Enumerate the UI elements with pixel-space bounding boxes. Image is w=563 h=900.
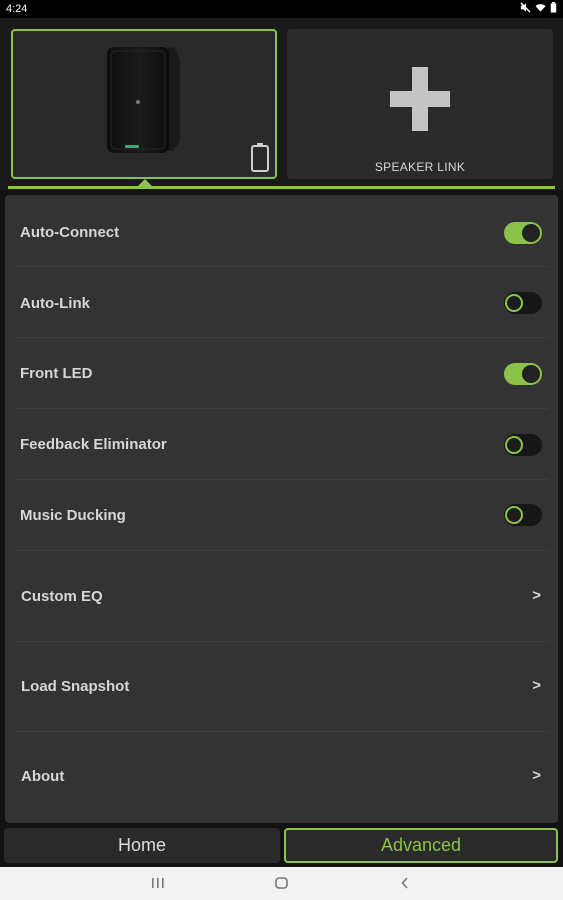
front-led-toggle[interactable]	[504, 363, 542, 385]
battery-outline-icon	[251, 143, 269, 172]
setting-label: Auto-Connect	[20, 224, 120, 241]
chevron-right-icon: >	[532, 587, 541, 604]
auto-link-toggle[interactable]	[504, 292, 542, 314]
menu-row-custom-eq[interactable]: Custom EQ >	[5, 551, 558, 641]
speaker-link-label: SPEAKER LINK	[374, 160, 466, 174]
tab-advanced[interactable]: Advanced	[284, 828, 558, 863]
toggle-knob	[505, 436, 523, 454]
battery-icon	[550, 2, 557, 13]
setting-row-music-ducking: Music Ducking	[5, 480, 558, 550]
toggle-knob	[522, 224, 540, 242]
menu-label: Load Snapshot	[21, 678, 130, 695]
speaker-image	[107, 47, 180, 153]
add-speaker-link-tile[interactable]: SPEAKER LINK	[287, 29, 553, 179]
feedback-eliminator-toggle[interactable]	[504, 434, 542, 456]
chevron-right-icon: >	[532, 677, 541, 694]
menu-row-about[interactable]: About >	[5, 732, 558, 822]
menu-label: Custom EQ	[21, 588, 103, 605]
selected-device-pointer	[138, 179, 152, 186]
mute-icon	[520, 2, 531, 13]
system-nav-bar	[0, 867, 563, 900]
toggle-knob	[505, 506, 523, 524]
device-selection-underline	[8, 186, 555, 189]
setting-label: Feedback Eliminator	[20, 436, 167, 453]
setting-row-auto-connect: Auto-Connect	[5, 195, 558, 267]
bottom-tab-bar: Home Advanced	[0, 825, 563, 867]
music-ducking-toggle[interactable]	[504, 504, 542, 526]
toggle-knob	[505, 294, 523, 312]
toggle-knob	[522, 365, 540, 383]
setting-label: Front LED	[20, 365, 93, 382]
speaker-device-tile[interactable]	[11, 29, 277, 179]
status-time: 4:24	[6, 3, 28, 15]
home-circle-icon[interactable]	[275, 877, 288, 889]
status-bar: 4:24	[0, 0, 563, 18]
tab-home[interactable]: Home	[4, 828, 280, 863]
setting-row-front-led: Front LED	[5, 338, 558, 408]
chevron-right-icon: >	[532, 767, 541, 784]
setting-label: Auto-Link	[20, 295, 90, 312]
menu-label: About	[21, 768, 65, 785]
plus-icon	[390, 67, 450, 131]
menu-row-load-snapshot[interactable]: Load Snapshot >	[5, 642, 558, 732]
settings-panel: Auto-Connect Auto-Link Front LED Feedbac…	[5, 195, 558, 823]
setting-label: Music Ducking	[20, 507, 126, 524]
status-icons	[520, 2, 557, 13]
back-icon[interactable]	[400, 877, 410, 889]
setting-row-auto-link: Auto-Link	[5, 267, 558, 338]
auto-connect-toggle[interactable]	[504, 222, 542, 244]
recent-apps-icon[interactable]	[151, 877, 165, 889]
wifi-icon	[535, 4, 546, 12]
setting-row-feedback-eliminator: Feedback Eliminator	[5, 409, 558, 479]
